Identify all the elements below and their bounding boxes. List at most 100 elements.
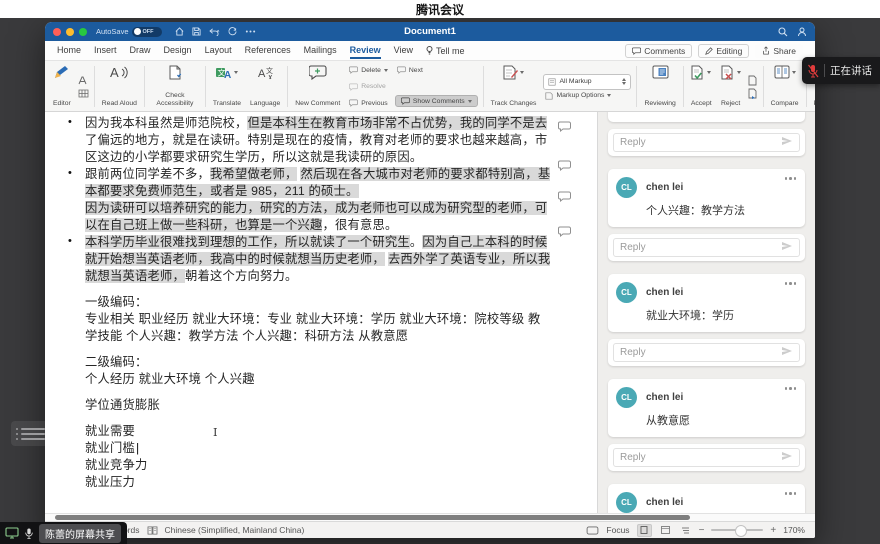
zoom-slider-knob[interactable] [735,525,747,537]
reject-change-button[interactable]: Reject [719,64,743,109]
mic-icon[interactable] [24,527,34,540]
style-tool-icon[interactable] [78,76,89,85]
comment-more-options-icon[interactable] [785,387,797,390]
tell-me-button[interactable]: Tell me [426,46,465,56]
margin-comment-icon[interactable] [558,224,571,242]
language-status[interactable]: Chinese (Simplified, Mainland China) [165,525,305,535]
ribbon-tab-insert[interactable]: Insert [94,42,117,59]
meeting-list-icon[interactable] [11,421,50,446]
reply-input[interactable]: Reply [613,448,800,467]
document-line[interactable]: 就想当英语老师，朝着这个方向努力。 [85,268,597,285]
document-line[interactable]: 区这边的小学都要求研究生学历，所以这就是我读研的原因。 [85,149,597,166]
screen-icon[interactable] [5,527,19,539]
comment-more-options-icon[interactable] [785,177,797,180]
ribbon-tab-layout[interactable]: Layout [205,42,232,59]
autosave-switch[interactable]: OFF [132,27,162,37]
document-line[interactable]: •跟前两位同学差不多，我希望做老师，然后现在各大城市对老师的要求都特别高，基 [85,166,597,183]
document-line[interactable]: •因为我本科虽然是师范院校，但是本科生在教育市场非常不占优势，我的同学不是去 [85,115,597,132]
comment-more-options-icon[interactable] [785,492,797,495]
document-line[interactable]: 以在自己班上做一些科研，也算是一个兴趣，很有意思。 [85,217,597,234]
translate-button[interactable]: 文A Translate [211,64,243,109]
save-icon[interactable] [192,27,201,36]
previous-comment-button[interactable]: Previous [347,99,390,107]
document-line[interactable]: 因为读研可以培养研究的能力，研究的方法，成为老师也可以成为研究型的老师，可 [85,200,597,217]
document-line[interactable]: 就业竞争力 [85,457,597,474]
close-window-button[interactable] [53,28,61,36]
zoom-window-button[interactable] [79,28,87,36]
comment-card[interactable]: CLchen lei个人兴趣：教学方法 [608,169,805,227]
redo-icon[interactable] [228,27,237,36]
zoom-slider[interactable] [711,529,763,531]
document-line[interactable]: 就业压力 [85,474,597,491]
new-comment-button[interactable]: New Comment [293,64,342,109]
autosave-toggle[interactable]: AutoSave OFF [96,27,162,37]
reply-input[interactable]: Reply [613,133,800,152]
document-line[interactable]: •本科学历毕业很难找到理想的工作，所以就读了一个研究生。因为自己上本科的时候 [85,234,597,251]
reviewing-pane-button[interactable]: Reviewing [642,64,677,109]
document-line[interactable]: 学技能 个人兴趣：教学方法 个人兴趣：科研方法 从教意愿 [85,328,597,345]
web-layout-view-button[interactable] [659,525,672,536]
horizontal-scrollbar[interactable] [45,513,815,521]
reply-input[interactable]: Reply [613,238,800,257]
margin-comment-icon[interactable] [558,119,571,137]
document-line[interactable]: 本都要求免费师范生，或者是 985，211 的硕士。 [85,183,597,200]
ribbon-tab-view[interactable]: View [394,42,413,59]
ribbon-tab-design[interactable]: Design [164,42,192,59]
document-line[interactable]: 就开始想当英语老师，我高中的时候就想当历史老师，去西外学了英语专业，所以我 [85,251,597,268]
editing-mode-button[interactable]: Editing [698,44,749,58]
zoom-in-button[interactable]: + [770,525,776,536]
language-button[interactable]: A文 Language [248,64,282,109]
document-canvas[interactable]: •因为我本科虽然是师范院校，但是本科生在教育市场非常不占优势，我的同学不是去了偏… [45,112,597,513]
comment-more-options-icon[interactable] [785,282,797,285]
outline-view-button[interactable] [679,525,692,536]
resolve-comment-button[interactable]: Resolve [347,83,390,91]
comment-card[interactable]: CLchen lei就业大环境：学历 [608,274,805,332]
print-layout-view-button[interactable] [637,524,652,537]
grid-tool-icon[interactable] [78,89,89,98]
margin-comment-icon[interactable] [558,158,571,176]
home-icon[interactable] [175,27,184,36]
document-line[interactable]: 二级编码： [85,354,597,371]
delete-comment-button[interactable]: Delete [347,66,390,74]
reply-input[interactable]: Reply [613,343,800,362]
document-line[interactable]: 学位通货膨胀 [85,397,597,414]
document-line[interactable]: 一级编码： [85,294,597,311]
ribbon-tab-mailings[interactable]: Mailings [304,42,337,59]
send-reply-icon[interactable] [781,136,793,149]
zoom-percentage[interactable]: 170% [783,525,805,535]
document-line[interactable]: 了偏远的地方，就是在读研。特别是现在的疫情，教育对老师的要求也越来越高，市 [85,132,597,149]
document-line[interactable]: 就业门槛| [85,440,597,457]
accept-change-button[interactable]: Accept [689,64,714,109]
comment-card-clipped[interactable] [608,112,805,122]
ribbon-tab-home[interactable]: Home [57,42,81,59]
send-reply-icon[interactable] [781,241,793,254]
margin-comment-icon[interactable] [558,189,571,207]
send-reply-icon[interactable] [781,451,793,464]
search-icon[interactable] [778,27,788,37]
send-reply-icon[interactable] [781,346,793,359]
more-icon[interactable] [245,30,256,33]
document-line[interactable]: 就业需要I [85,423,597,440]
previous-change-icon[interactable] [748,75,758,86]
next-change-icon[interactable] [748,88,758,99]
comments-button[interactable]: Comments [625,44,692,58]
share-button[interactable]: Share [755,44,803,58]
share-user-icon[interactable] [797,27,807,37]
next-comment-button[interactable]: Next [395,66,478,74]
show-comments-button[interactable]: Show Comments [395,95,478,107]
markup-view-select[interactable]: All Markup [543,74,631,90]
read-aloud-button[interactable]: A Read Aloud [100,64,139,109]
document-line[interactable]: 个人经历 就业大环境 个人兴趣 [85,371,597,388]
ribbon-tab-draw[interactable]: Draw [130,42,151,59]
zoom-out-button[interactable]: − [699,525,705,536]
proofing-status-icon[interactable] [147,526,158,535]
document-line[interactable]: 专业相关 职业经历 就业大环境：专业 就业大环境：学历 就业大环境：院校等级 教 [85,311,597,328]
undo-icon[interactable] [209,27,220,36]
ribbon-tab-references[interactable]: References [245,42,291,59]
horizontal-scrollbar-thumb[interactable] [55,515,690,520]
track-changes-button[interactable]: Track Changes [489,64,539,109]
minimize-window-button[interactable] [66,28,74,36]
check-accessibility-button[interactable]: Check Accessibility [150,64,200,109]
ribbon-tab-review[interactable]: Review [350,42,381,59]
compare-button[interactable]: Compare [769,64,801,109]
